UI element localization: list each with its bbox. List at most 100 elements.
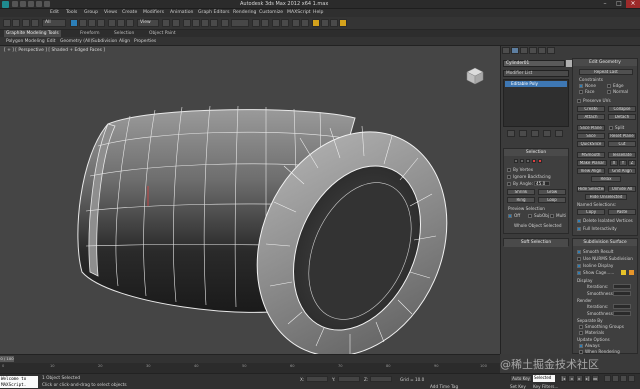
- previous-frame-icon[interactable]: ◂: [568, 375, 575, 382]
- make-planar-button[interactable]: Make Planar: [577, 160, 607, 166]
- rotate-icon[interactable]: [117, 19, 125, 27]
- paste-button[interactable]: Paste: [608, 209, 636, 215]
- polygon-mode-icon[interactable]: [532, 159, 536, 163]
- render-smoothness-field[interactable]: [613, 311, 631, 316]
- tab-selection[interactable]: Selection: [112, 30, 136, 37]
- quickslice-button[interactable]: QuickSlice: [577, 141, 605, 147]
- constraint-none-radio[interactable]: [579, 84, 583, 88]
- show-end-result-icon[interactable]: [519, 130, 527, 137]
- smoothing-groups-checkbox[interactable]: [579, 325, 583, 329]
- copy-button[interactable]: Copy: [577, 209, 605, 215]
- slice-plane-button[interactable]: Slice Plane: [577, 125, 605, 131]
- time-slider[interactable]: 0 / 100: [0, 356, 14, 362]
- constraint-face-radio[interactable]: [579, 90, 583, 94]
- split-checkbox[interactable]: [609, 126, 613, 130]
- render-production-icon[interactable]: [339, 19, 347, 27]
- reference-coordinate-dropdown[interactable]: View: [137, 19, 159, 27]
- isoline-display-checkbox[interactable]: [577, 264, 581, 268]
- update-always-radio[interactable]: [579, 344, 583, 348]
- render-setup-icon[interactable]: [321, 19, 329, 27]
- materials-checkbox[interactable]: [579, 331, 583, 335]
- ring-button[interactable]: Ring: [507, 197, 535, 203]
- shrink-button[interactable]: Shrink: [507, 189, 535, 195]
- full-interactivity-checkbox[interactable]: [577, 227, 581, 231]
- vertex-mode-icon[interactable]: [514, 159, 518, 163]
- constraint-normal-radio[interactable]: [607, 90, 611, 94]
- named-selection-dropdown[interactable]: [231, 19, 249, 27]
- schematic-view-icon[interactable]: [301, 19, 309, 27]
- spinner-snap-icon[interactable]: [210, 19, 218, 27]
- key-selection-dropdown[interactable]: Selected: [533, 375, 555, 382]
- planar-x-button[interactable]: X: [610, 160, 618, 166]
- close-icon[interactable]: ×: [626, 0, 640, 8]
- by-vertex-checkbox[interactable]: [507, 168, 511, 172]
- render-iterations-field[interactable]: [613, 304, 631, 309]
- make-unique-icon[interactable]: [531, 130, 539, 137]
- menu-maxscript[interactable]: MAXScript: [287, 10, 311, 15]
- redo-icon[interactable]: [44, 1, 50, 7]
- menu-tools[interactable]: Tools: [66, 10, 77, 15]
- scale-icon[interactable]: [126, 19, 134, 27]
- menu-modifiers[interactable]: Modifiers: [143, 10, 164, 15]
- ribbon-polygon-modeling[interactable]: Polygon Modeling: [6, 38, 45, 45]
- maxscript-listener[interactable]: Welcome to MAXScript.: [0, 376, 38, 388]
- menu-graph-editors[interactable]: Graph Editors: [198, 10, 230, 15]
- preview-multi-radio[interactable]: [550, 214, 554, 218]
- tab-graphite-modeling-tools[interactable]: Graphite Modeling Tools: [4, 30, 61, 37]
- create-tab-icon[interactable]: [502, 47, 510, 54]
- delete-isolated-checkbox[interactable]: [577, 219, 581, 223]
- undo-icon[interactable]: [3, 19, 11, 27]
- hide-unselected-button[interactable]: Hide Unselected: [585, 194, 627, 200]
- menu-customize[interactable]: Customize: [259, 10, 283, 15]
- minimize-icon[interactable]: –: [598, 0, 612, 8]
- cage-color-swatch[interactable]: [621, 270, 626, 275]
- menu-rendering[interactable]: Rendering: [233, 10, 256, 15]
- reset-plane-button[interactable]: Reset Plane: [608, 133, 636, 139]
- selection-rollout-title[interactable]: Selection: [504, 149, 568, 156]
- constraint-edge-radio[interactable]: [607, 84, 611, 88]
- motion-tab-icon[interactable]: [529, 47, 537, 54]
- pan-view-icon[interactable]: [612, 375, 619, 382]
- view-align-button[interactable]: View Align: [577, 168, 605, 174]
- menu-animation[interactable]: Animation: [170, 10, 193, 15]
- detach-button[interactable]: Detach: [608, 114, 636, 120]
- redo-icon[interactable]: [12, 19, 20, 27]
- repeat-last-button[interactable]: Repeat Last: [579, 69, 633, 75]
- maximize-icon[interactable]: □: [612, 0, 626, 8]
- modifier-list-dropdown[interactable]: Modifier List: [503, 70, 569, 77]
- set-key-label[interactable]: Set Key: [510, 384, 526, 389]
- grow-button[interactable]: Grow: [538, 189, 566, 195]
- display-tab-icon[interactable]: [538, 47, 546, 54]
- menu-help[interactable]: Help: [313, 10, 323, 15]
- go-to-start-icon[interactable]: |◂: [560, 375, 567, 382]
- configure-modifier-sets-icon[interactable]: [555, 130, 563, 137]
- tab-object-paint[interactable]: Object Paint: [147, 30, 178, 37]
- msmooth-button[interactable]: MSmooth: [577, 152, 605, 158]
- y-coordinate-field[interactable]: [338, 376, 360, 382]
- select-by-name-icon[interactable]: [79, 19, 87, 27]
- border-mode-icon[interactable]: [526, 159, 530, 163]
- stack-item-editable-poly[interactable]: Editable Poly: [505, 81, 567, 87]
- undo-icon[interactable]: [36, 1, 42, 7]
- object-name-field[interactable]: Cylinder01: [503, 60, 565, 67]
- unhide-all-button[interactable]: Unhide All: [608, 186, 636, 192]
- display-iterations-field[interactable]: [613, 284, 631, 289]
- manipulate-icon[interactable]: [172, 19, 180, 27]
- hierarchy-tab-icon[interactable]: [520, 47, 528, 54]
- ribbon-edit[interactable]: Edit: [47, 38, 56, 45]
- curve-editor-icon[interactable]: [292, 19, 300, 27]
- percent-snap-icon[interactable]: [201, 19, 209, 27]
- grid-align-button[interactable]: Grid Align: [608, 168, 636, 174]
- key-filters-label[interactable]: Key Filters...: [533, 384, 558, 389]
- link-icon[interactable]: [22, 19, 30, 27]
- mirror-icon[interactable]: [252, 19, 260, 27]
- open-file-icon[interactable]: [20, 1, 26, 7]
- modify-tab-icon[interactable]: [511, 47, 519, 54]
- create-button[interactable]: Create: [577, 106, 605, 112]
- ribbon-properties[interactable]: Properties: [134, 38, 156, 45]
- edit-geometry-title[interactable]: Edit Geometry: [573, 59, 637, 66]
- use-nurms-checkbox[interactable]: [577, 257, 581, 261]
- play-icon[interactable]: ▸: [576, 375, 583, 382]
- save-file-icon[interactable]: [28, 1, 34, 7]
- menu-group[interactable]: Group: [84, 10, 98, 15]
